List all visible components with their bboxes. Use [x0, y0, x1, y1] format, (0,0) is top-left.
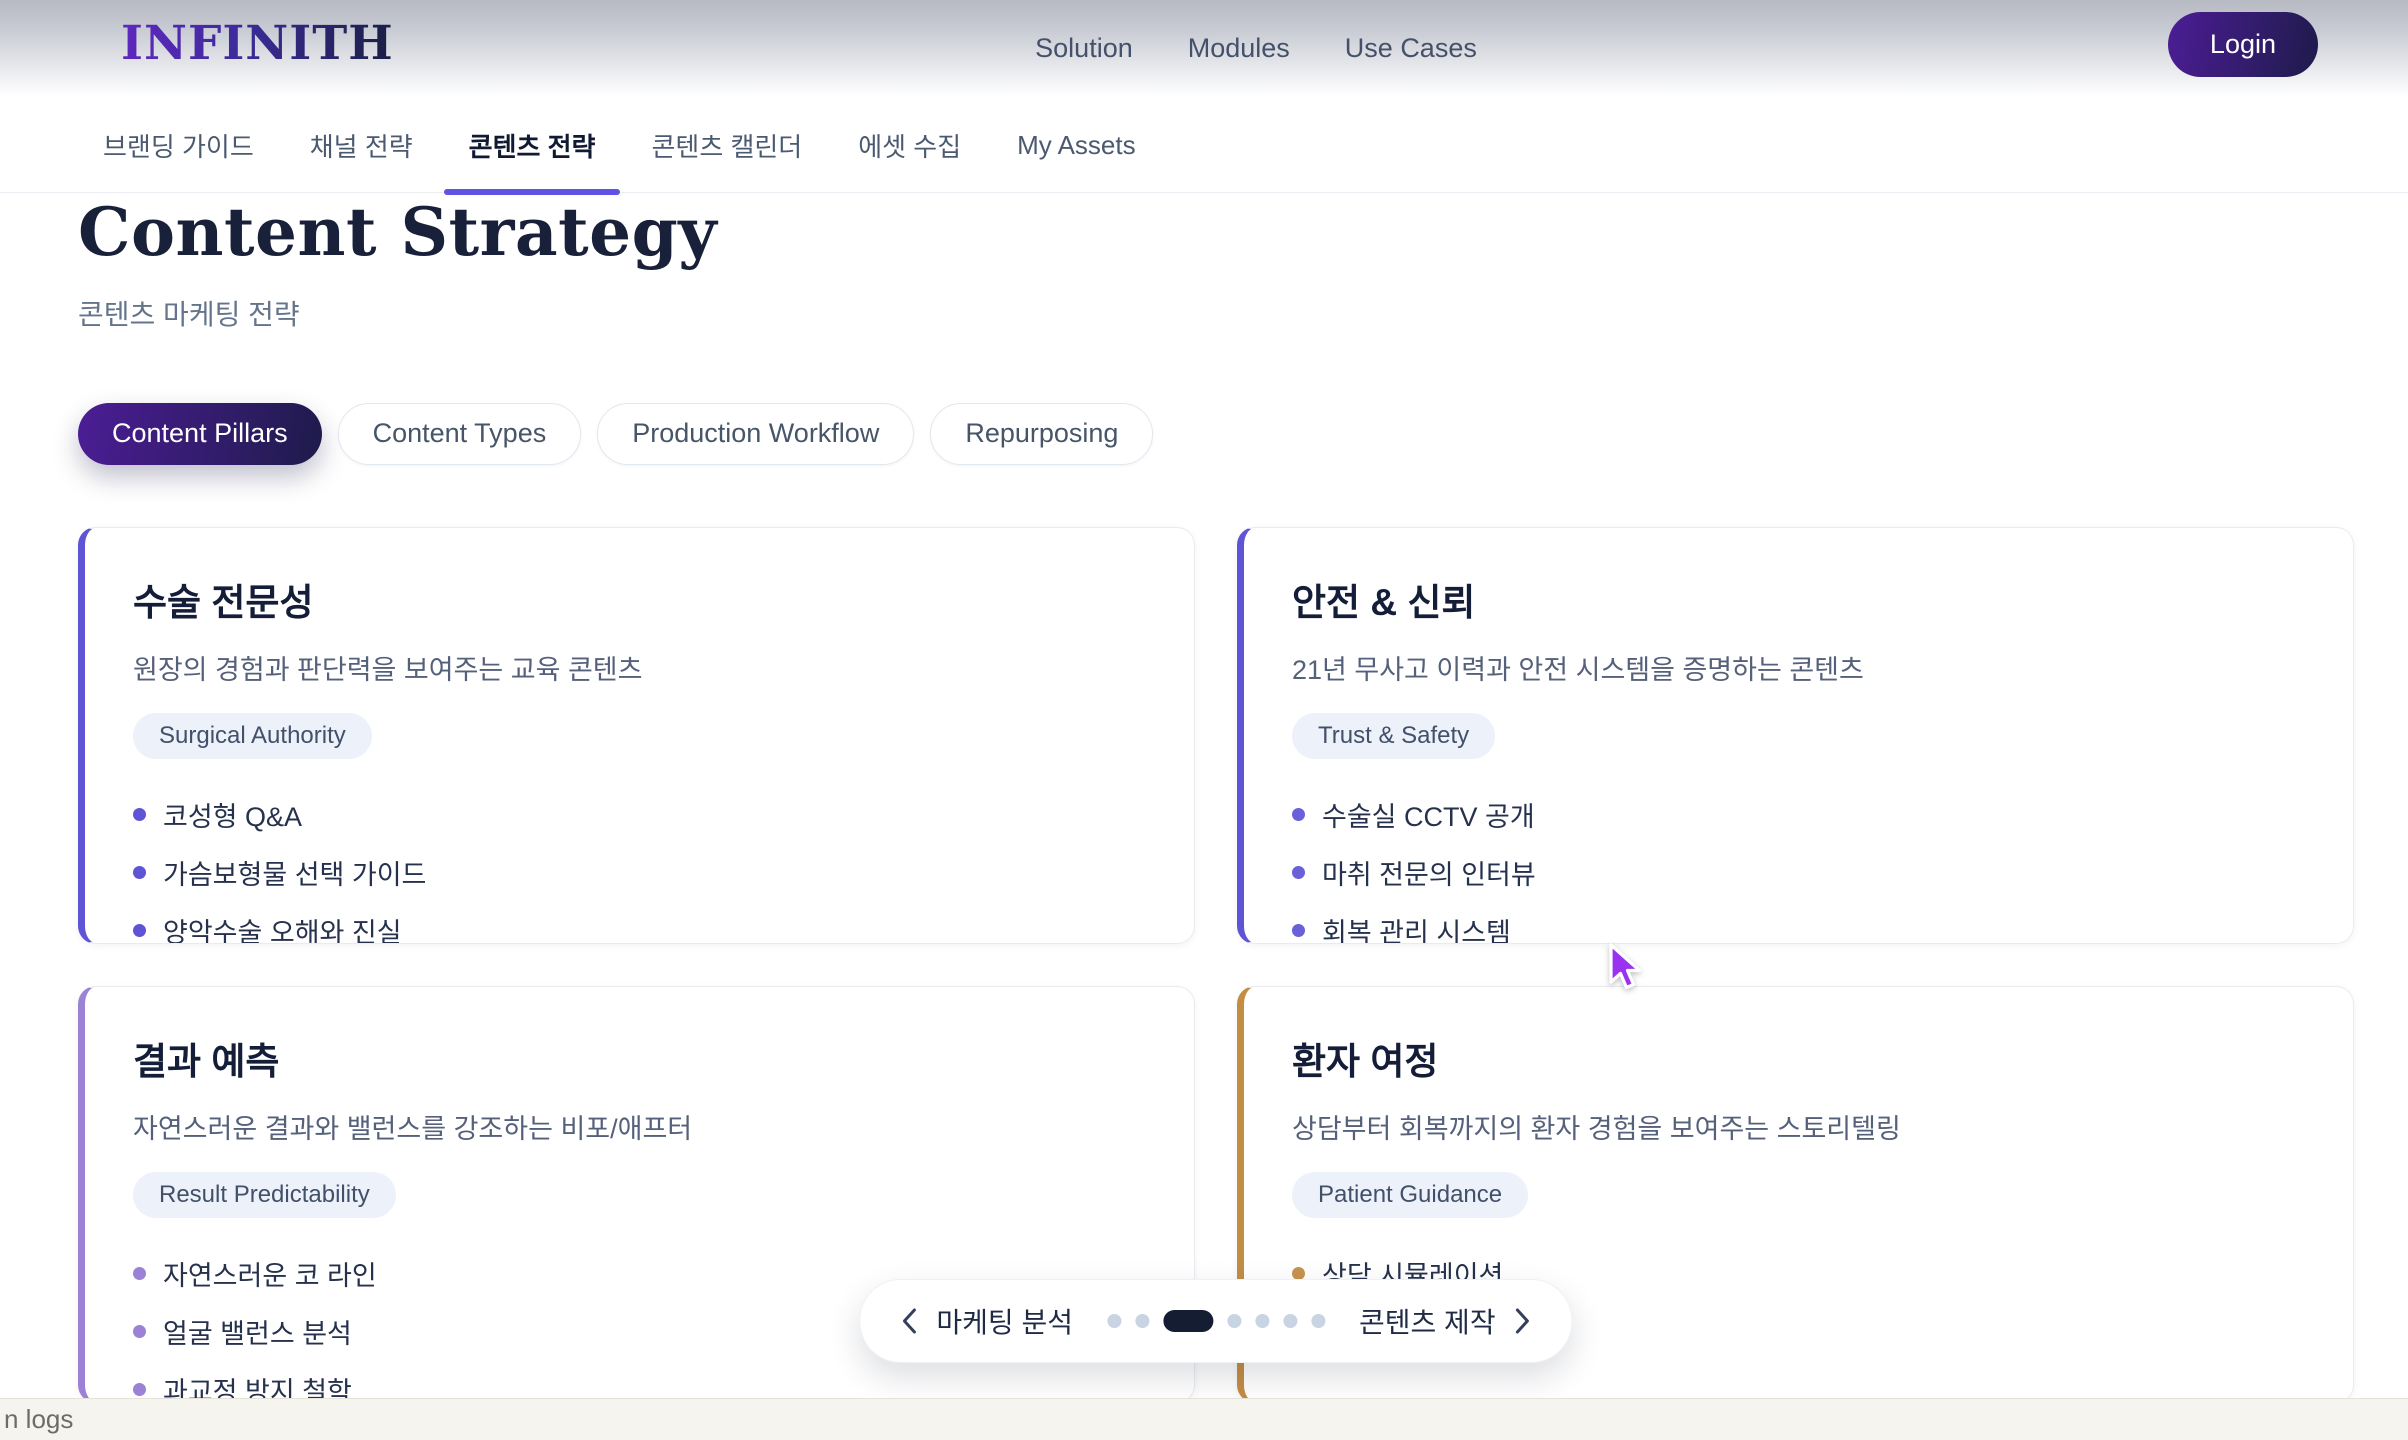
chevron-right-icon — [1514, 1306, 1532, 1336]
card-description: 원장의 경험과 판단력을 보여주는 교육 콘텐츠 — [133, 648, 1146, 687]
card-badge: Result Predictability — [133, 1172, 396, 1218]
content-area: Content Strategy 콘텐츠 마케팅 전략 Content Pill… — [78, 193, 2354, 1403]
tab-콘텐츠-캘린더[interactable]: 콘텐츠 캘린더 — [626, 99, 827, 192]
card-description: 상담부터 회복까지의 환자 경험을 보여주는 스토리텔링 — [1292, 1107, 2305, 1146]
site-header: INFINITH Solution Modules Use Cases Login — [0, 0, 2408, 110]
nav-link-solution[interactable]: Solution — [1035, 33, 1133, 64]
app-window: INFINITH SolutionModulesUse Cases Login … — [0, 0, 2408, 1440]
card-topic-label: 가슴보형물 선택 가이드 — [163, 853, 426, 892]
card-description: 자연스러운 결과와 밸런스를 강조하는 비포/애프터 — [133, 1107, 1146, 1146]
bullet-dot-icon — [133, 1267, 146, 1280]
pager-dot-4[interactable] — [1227, 1314, 1241, 1328]
bullet-dot-icon — [133, 924, 146, 937]
card-badge: Patient Guidance — [1292, 1172, 1528, 1218]
tab-브랜딩-가이드[interactable]: 브랜딩 가이드 — [78, 99, 279, 192]
filter-pill-repurposing[interactable]: Repurposing — [930, 403, 1153, 465]
bullet-dot-icon — [1292, 866, 1305, 879]
card-topic-label: 수술실 CCTV 공개 — [1322, 795, 1535, 834]
card-topic-list: 코성형 Q&A 가슴보형물 선택 가이드양악수술 오해와 진실 — [133, 795, 1146, 944]
chevron-left-icon — [900, 1306, 918, 1336]
pager-prev-button[interactable]: 마케팅 분석 — [894, 1300, 1079, 1342]
pager-dot-7[interactable] — [1311, 1314, 1325, 1328]
pager-dot-1[interactable] — [1107, 1314, 1121, 1328]
card-topic-label: 마취 전문의 인터뷰 — [1322, 853, 1536, 892]
filter-pill-content-types[interactable]: Content Types — [338, 403, 582, 465]
card-topic-label: 자연스러운 코 라인 — [163, 1254, 377, 1293]
filter-row: Content Pillars Content TypesProduction W… — [78, 403, 2354, 465]
pager-dot-2[interactable] — [1135, 1314, 1149, 1328]
pager-prev-label: 마케팅 분석 — [936, 1301, 1073, 1341]
card-badge: Trust & Safety — [1292, 713, 1495, 759]
page-subtitle: 콘텐츠 마케팅 전략 — [78, 293, 2354, 333]
page-title: Content Strategy — [78, 195, 2354, 271]
card-description: 21년 무사고 이력과 안전 시스템을 증명하는 콘텐츠 — [1292, 648, 2305, 687]
card-title: 수술 전문성 — [133, 572, 1146, 626]
card-topic-item: 가슴보형물 선택 가이드 — [133, 853, 1146, 892]
pager-dot-6[interactable] — [1283, 1314, 1297, 1328]
bullet-dot-icon — [1292, 1267, 1305, 1280]
pillar-card-수술-전문성[interactable]: 수술 전문성원장의 경험과 판단력을 보여주는 교육 콘텐츠 Surgical A… — [78, 527, 1195, 944]
card-topic-label: 얼굴 밸런스 분석 — [163, 1312, 352, 1351]
login-button[interactable]: Login — [2168, 12, 2318, 77]
filter-pill-production-workflow[interactable]: Production Workflow — [597, 403, 914, 465]
brand-logo[interactable]: INFINITH — [121, 16, 394, 71]
card-topic-item: 코성형 Q&A — [133, 795, 1146, 834]
filter-pill-content-pillars[interactable]: Content Pillars — [78, 403, 322, 465]
bullet-dot-icon — [133, 1383, 146, 1396]
card-topic-item: 양악수술 오해와 진실 — [133, 911, 1146, 944]
bullet-dot-icon — [133, 1325, 146, 1338]
card-title: 안전 & 신뢰 — [1292, 572, 2305, 626]
status-bar: n logs — [0, 1398, 2408, 1440]
card-topic-list: 수술실 CCTV 공개마취 전문의 인터뷰회복 관리 시스템 — [1292, 795, 2305, 944]
tab-채널-전략[interactable]: 채널 전략 — [285, 99, 438, 192]
tab-bar: 브랜딩 가이드채널 전략콘텐츠 전략콘텐츠 캘린더에셋 수집My Assets — [0, 99, 2408, 193]
pager-dot-5[interactable] — [1255, 1314, 1269, 1328]
pager-next-button[interactable]: 콘텐츠 제작 — [1353, 1300, 1538, 1342]
pillar-card-안전-신뢰[interactable]: 안전 & 신뢰 21년 무사고 이력과 안전 시스템을 증명하는 콘텐츠 Trust… — [1237, 527, 2354, 944]
card-topic-label: 회복 관리 시스템 — [1322, 911, 1511, 944]
pager-dots — [1107, 1310, 1325, 1332]
card-topic-item: 회복 관리 시스템 — [1292, 911, 2305, 944]
card-topic-item: 마취 전문의 인터뷰 — [1292, 853, 2305, 892]
card-topic-item: 수술실 CCTV 공개 — [1292, 795, 2305, 834]
card-title: 환자 여정 — [1292, 1031, 2305, 1085]
pager-dot-3-active[interactable] — [1163, 1310, 1213, 1332]
module-pager: 마케팅 분석 콘텐츠 제작 — [859, 1279, 1572, 1363]
cards-grid: 수술 전문성원장의 경험과 판단력을 보여주는 교육 콘텐츠 Surgical A… — [78, 527, 2354, 1403]
main-nav: Solution Modules Use Cases — [1035, 0, 1477, 96]
status-bar-text: n logs — [4, 1404, 73, 1435]
tab-에셋-수집[interactable]: 에셋 수집 — [833, 99, 986, 192]
pager-next-label: 콘텐츠 제작 — [1359, 1301, 1496, 1341]
card-topic-label: 양악수술 오해와 진실 — [163, 911, 402, 944]
tab-콘텐츠-전략[interactable]: 콘텐츠 전략 — [444, 99, 621, 192]
nav-link-use-cases[interactable]: Use Cases — [1345, 33, 1477, 64]
nav-link-modules[interactable]: Modules — [1188, 33, 1290, 64]
bullet-dot-icon — [1292, 924, 1305, 937]
card-topic-label: 코성형 Q&A — [163, 795, 302, 834]
card-badge: Surgical Authority — [133, 713, 372, 759]
tab-my-assets[interactable]: My Assets — [992, 99, 1160, 192]
bullet-dot-icon — [1292, 808, 1305, 821]
card-title: 결과 예측 — [133, 1031, 1146, 1085]
bullet-dot-icon — [133, 808, 146, 821]
bullet-dot-icon — [133, 866, 146, 879]
